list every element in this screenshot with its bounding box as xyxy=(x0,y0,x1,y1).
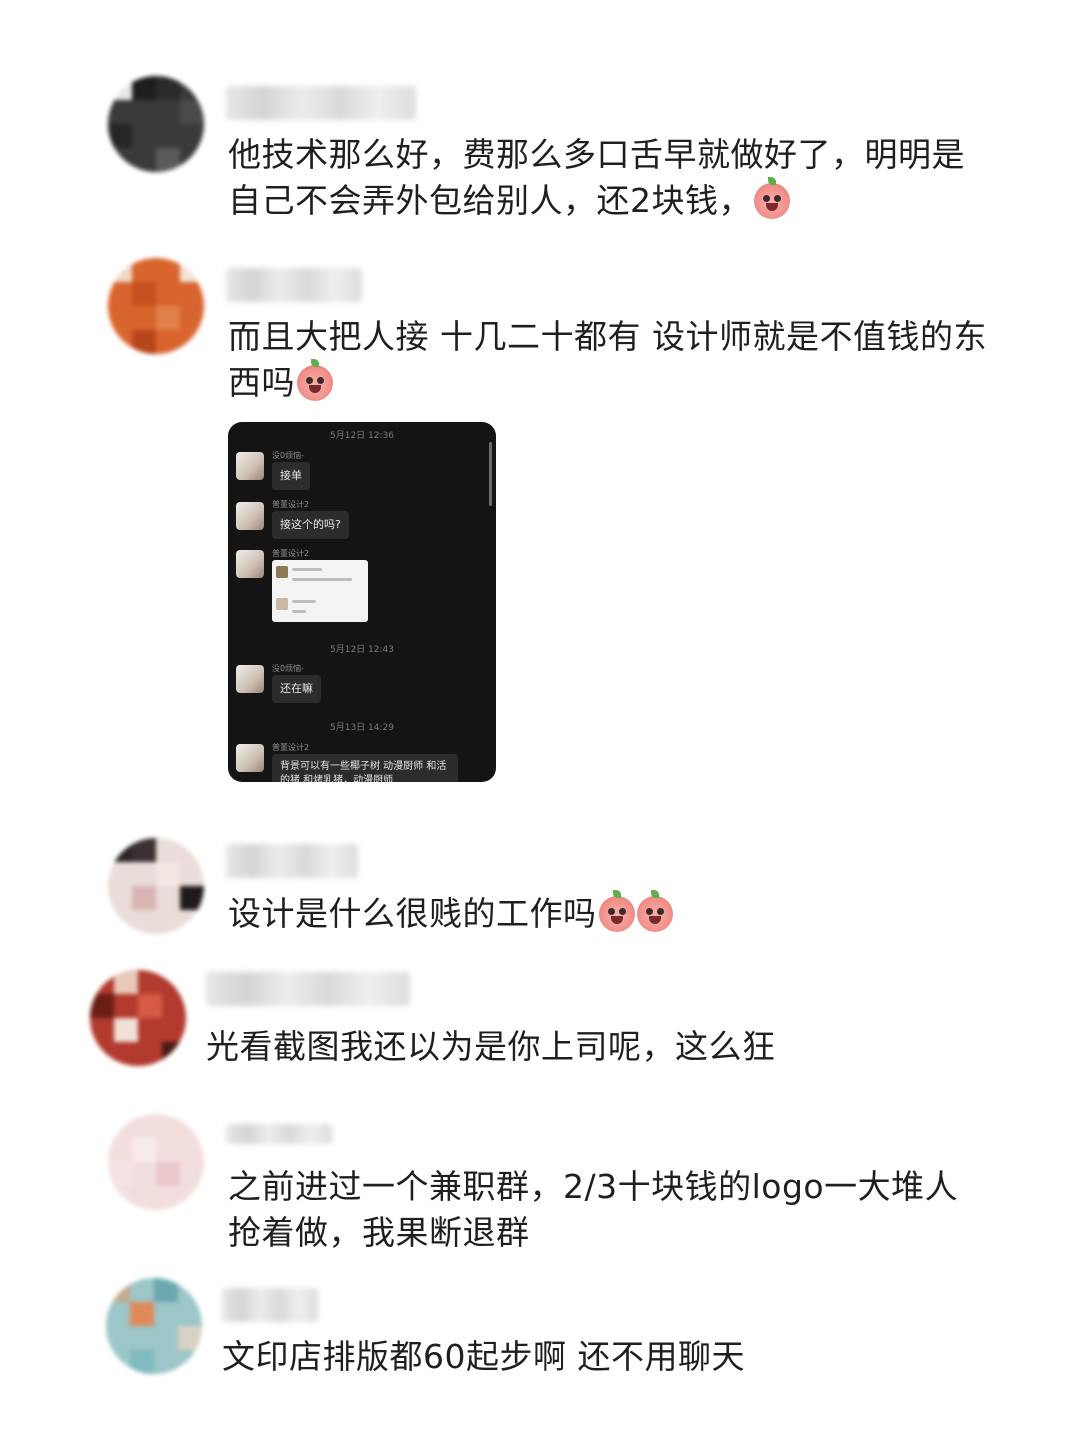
chat-avatar xyxy=(236,452,264,480)
chat-timestamp: 5月13日 14:29 xyxy=(330,723,394,733)
comment-text-content: 之前进过一个兼职群，2/3十块钱的logo一大堆人抢着做，我果断退群 xyxy=(228,1167,959,1252)
username-blurred[interactable] xyxy=(206,972,410,1006)
chat-avatar xyxy=(236,665,264,693)
chat-sender: 没0烦恼- xyxy=(272,664,304,673)
chat-bubble: 接单 xyxy=(272,462,310,490)
chat-forwarded-card xyxy=(272,560,368,622)
comment-text: 光看截图我还以为是你上司呢，这么狂 xyxy=(206,1024,1006,1070)
comment-text: 而且大把人接 十几二十都有 设计师就是不值钱的东西吗 xyxy=(228,314,998,406)
chat-bubble: 还在嘛 xyxy=(272,675,321,703)
chat-sender: 没0烦恼- xyxy=(272,451,304,460)
chat-sender: 普董设计2 xyxy=(272,549,310,558)
chat-timestamp: 5月12日 12:43 xyxy=(330,645,394,655)
comment-text: 他技术那么好，费那么多口舌早就做好了，明明是自己不会弄外包给别人，还2块钱， xyxy=(228,132,998,224)
chat-timestamp: 5月12日 12:36 xyxy=(330,431,394,441)
avatar[interactable] xyxy=(90,970,186,1066)
chat-avatar xyxy=(236,502,264,530)
crying-face-emoji-icon xyxy=(636,890,673,932)
shocked-face-emoji-icon xyxy=(297,359,333,401)
chat-screenshot-image[interactable]: 5月12日 12:36 没0烦恼- 接单 普董设计2 接这个的吗? 普董设计2 … xyxy=(228,422,496,782)
username-blurred[interactable] xyxy=(226,268,362,302)
comment-text-content: 文印店排版都60起步啊 还不用聊天 xyxy=(222,1337,745,1376)
username-blurred[interactable] xyxy=(226,844,358,878)
crying-face-emoji-icon xyxy=(754,177,790,219)
username-blurred[interactable] xyxy=(222,1288,318,1322)
comment-text-content: 他技术那么好，费那么多口舌早就做好了，明明是自己不会弄外包给别人，还2块钱， xyxy=(228,135,965,220)
comment-text-content: 设计是什么很贱的工作吗 xyxy=(228,894,597,933)
comment-text-content: 光看截图我还以为是你上司呢，这么狂 xyxy=(206,1027,776,1066)
comment-text: 文印店排版都60起步啊 还不用聊天 xyxy=(222,1334,1022,1380)
comment-text: 之前进过一个兼职群，2/3十块钱的logo一大堆人抢着做，我果断退群 xyxy=(228,1164,988,1256)
chat-avatar xyxy=(236,550,264,578)
avatar[interactable] xyxy=(106,1278,202,1374)
username-blurred[interactable] xyxy=(226,86,416,120)
avatar[interactable] xyxy=(108,258,204,354)
scrollbar xyxy=(489,442,492,506)
comment-text-content: 而且大把人接 十几二十都有 设计师就是不值钱的东西吗 xyxy=(228,317,987,402)
chat-bubble: 接这个的吗? xyxy=(272,511,349,539)
avatar[interactable] xyxy=(108,1114,204,1210)
avatar[interactable] xyxy=(108,76,204,172)
chat-sender: 普董设计2 xyxy=(272,500,310,509)
chat-sender: 普董设计2 xyxy=(272,743,310,752)
chat-avatar xyxy=(236,744,264,772)
username-blurred[interactable] xyxy=(226,1124,332,1144)
comment-text: 设计是什么很贱的工作吗 xyxy=(228,890,998,937)
avatar[interactable] xyxy=(108,838,204,934)
crying-face-emoji-icon xyxy=(598,890,635,932)
chat-bubble: 背景可以有一些椰子树 动漫厨师 和活的猪 和烤乳猪，动漫厨师 xyxy=(272,754,458,782)
